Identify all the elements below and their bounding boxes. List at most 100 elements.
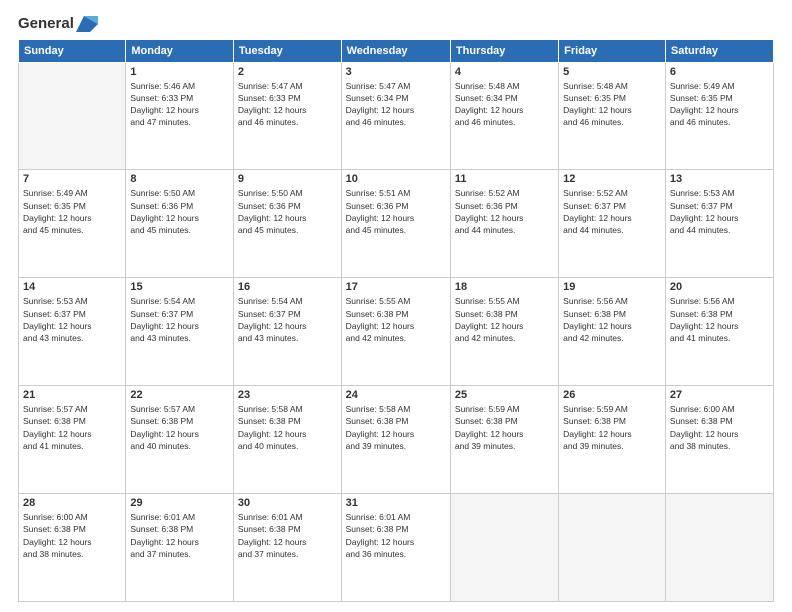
calendar-cell: 7Sunrise: 5:49 AM Sunset: 6:35 PM Daylig… bbox=[19, 170, 126, 278]
day-number: 18 bbox=[455, 281, 554, 293]
calendar-cell: 14Sunrise: 5:53 AM Sunset: 6:37 PM Dayli… bbox=[19, 278, 126, 386]
calendar-cell: 16 Sunrise: 5:54 AM Sunset: 6:37 PM Dayli… bbox=[233, 278, 341, 386]
day-info: Sunrise: 5:54 AM Sunset: 6:37 PM Dayligh… bbox=[238, 295, 337, 344]
calendar-header-tuesday: Tuesday bbox=[233, 39, 341, 62]
calendar-header-wednesday: Wednesday bbox=[341, 39, 450, 62]
day-number: 6 bbox=[670, 66, 769, 78]
header: General bbox=[18, 16, 774, 33]
day-info: Sunrise: 5:56 AM Sunset: 6:38 PM Dayligh… bbox=[563, 295, 661, 344]
day-info: Sunrise: 5:53 AM Sunset: 6:37 PM Dayligh… bbox=[670, 187, 769, 236]
day-info: Sunrise: 5:58 AM Sunset: 6:38 PM Dayligh… bbox=[346, 403, 446, 452]
day-number: 15 bbox=[130, 281, 229, 293]
day-info: Sunrise: 5:59 AM Sunset: 6:38 PM Dayligh… bbox=[455, 403, 554, 452]
calendar-cell bbox=[559, 494, 666, 602]
calendar-cell: 28Sunrise: 6:00 AM Sunset: 6:38 PM Dayli… bbox=[19, 494, 126, 602]
logo-general: General bbox=[18, 16, 74, 33]
calendar-cell: 5 Sunrise: 5:48 AM Sunset: 6:35 PM Daylig… bbox=[559, 62, 666, 170]
calendar-cell: 6 Sunrise: 5:49 AM Sunset: 6:35 PM Daylig… bbox=[665, 62, 773, 170]
day-number: 26 bbox=[563, 389, 661, 401]
calendar-cell: 8 Sunrise: 5:50 AM Sunset: 6:36 PM Daylig… bbox=[126, 170, 234, 278]
day-info: Sunrise: 5:57 AM Sunset: 6:38 PM Dayligh… bbox=[23, 403, 121, 452]
day-number: 11 bbox=[455, 173, 554, 185]
day-number: 4 bbox=[455, 66, 554, 78]
day-number: 1 bbox=[130, 66, 229, 78]
calendar-header-monday: Monday bbox=[126, 39, 234, 62]
calendar-cell: 23 Sunrise: 5:58 AM Sunset: 6:38 PM Dayli… bbox=[233, 386, 341, 494]
calendar-cell: 31 Sunrise: 6:01 AM Sunset: 6:38 PM Dayli… bbox=[341, 494, 450, 602]
day-info: Sunrise: 5:48 AM Sunset: 6:34 PM Dayligh… bbox=[455, 80, 554, 129]
calendar-cell: 9 Sunrise: 5:50 AM Sunset: 6:36 PM Daylig… bbox=[233, 170, 341, 278]
day-number: 22 bbox=[130, 389, 229, 401]
calendar-cell: 25 Sunrise: 5:59 AM Sunset: 6:38 PM Dayli… bbox=[450, 386, 558, 494]
calendar-cell: 20Sunrise: 5:56 AM Sunset: 6:38 PM Dayli… bbox=[665, 278, 773, 386]
day-number: 25 bbox=[455, 389, 554, 401]
calendar-cell bbox=[665, 494, 773, 602]
calendar-cell: 4 Sunrise: 5:48 AM Sunset: 6:34 PM Daylig… bbox=[450, 62, 558, 170]
day-number: 23 bbox=[238, 389, 337, 401]
calendar-header-saturday: Saturday bbox=[665, 39, 773, 62]
calendar-header-friday: Friday bbox=[559, 39, 666, 62]
calendar-cell: 19Sunrise: 5:56 AM Sunset: 6:38 PM Dayli… bbox=[559, 278, 666, 386]
day-info: Sunrise: 6:01 AM Sunset: 6:38 PM Dayligh… bbox=[238, 511, 337, 560]
day-info: Sunrise: 5:58 AM Sunset: 6:38 PM Dayligh… bbox=[238, 403, 337, 452]
calendar-cell: 27Sunrise: 6:00 AM Sunset: 6:38 PM Dayli… bbox=[665, 386, 773, 494]
calendar-table: SundayMondayTuesdayWednesdayThursdayFrid… bbox=[18, 39, 774, 603]
day-number: 29 bbox=[130, 497, 229, 509]
day-info: Sunrise: 5:55 AM Sunset: 6:38 PM Dayligh… bbox=[455, 295, 554, 344]
day-info: Sunrise: 5:53 AM Sunset: 6:37 PM Dayligh… bbox=[23, 295, 121, 344]
calendar-cell: 26 Sunrise: 5:59 AM Sunset: 6:38 PM Dayli… bbox=[559, 386, 666, 494]
day-info: Sunrise: 5:54 AM Sunset: 6:37 PM Dayligh… bbox=[130, 295, 229, 344]
day-number: 24 bbox=[346, 389, 446, 401]
calendar-week-row: 28Sunrise: 6:00 AM Sunset: 6:38 PM Dayli… bbox=[19, 494, 774, 602]
day-info: Sunrise: 5:49 AM Sunset: 6:35 PM Dayligh… bbox=[670, 80, 769, 129]
calendar-cell: 3 Sunrise: 5:47 AM Sunset: 6:34 PM Daylig… bbox=[341, 62, 450, 170]
day-info: Sunrise: 5:50 AM Sunset: 6:36 PM Dayligh… bbox=[238, 187, 337, 236]
calendar-cell: 17 Sunrise: 5:55 AM Sunset: 6:38 PM Dayli… bbox=[341, 278, 450, 386]
calendar-cell: 10 Sunrise: 5:51 AM Sunset: 6:36 PM Dayli… bbox=[341, 170, 450, 278]
page: General SundayMondayTuesdayWednesdayThur… bbox=[0, 0, 792, 612]
day-number: 16 bbox=[238, 281, 337, 293]
calendar-week-row: 1 Sunrise: 5:46 AM Sunset: 6:33 PM Daylig… bbox=[19, 62, 774, 170]
day-number: 17 bbox=[346, 281, 446, 293]
day-info: Sunrise: 5:47 AM Sunset: 6:33 PM Dayligh… bbox=[238, 80, 337, 129]
calendar-week-row: 21 Sunrise: 5:57 AM Sunset: 6:38 PM Dayli… bbox=[19, 386, 774, 494]
logo: General bbox=[18, 16, 98, 33]
day-info: Sunrise: 6:01 AM Sunset: 6:38 PM Dayligh… bbox=[130, 511, 229, 560]
day-number: 28 bbox=[23, 497, 121, 509]
calendar-cell: 1 Sunrise: 5:46 AM Sunset: 6:33 PM Daylig… bbox=[126, 62, 234, 170]
calendar-cell bbox=[450, 494, 558, 602]
calendar-cell: 21 Sunrise: 5:57 AM Sunset: 6:38 PM Dayli… bbox=[19, 386, 126, 494]
day-info: Sunrise: 5:49 AM Sunset: 6:35 PM Dayligh… bbox=[23, 187, 121, 236]
calendar-cell bbox=[19, 62, 126, 170]
day-info: Sunrise: 5:56 AM Sunset: 6:38 PM Dayligh… bbox=[670, 295, 769, 344]
calendar-cell: 11 Sunrise: 5:52 AM Sunset: 6:36 PM Dayli… bbox=[450, 170, 558, 278]
day-info: Sunrise: 5:51 AM Sunset: 6:36 PM Dayligh… bbox=[346, 187, 446, 236]
calendar-cell: 2Sunrise: 5:47 AM Sunset: 6:33 PM Daylig… bbox=[233, 62, 341, 170]
calendar-week-row: 7Sunrise: 5:49 AM Sunset: 6:35 PM Daylig… bbox=[19, 170, 774, 278]
day-number: 10 bbox=[346, 173, 446, 185]
day-info: Sunrise: 5:50 AM Sunset: 6:36 PM Dayligh… bbox=[130, 187, 229, 236]
calendar-cell: 15 Sunrise: 5:54 AM Sunset: 6:37 PM Dayli… bbox=[126, 278, 234, 386]
calendar-cell: 13Sunrise: 5:53 AM Sunset: 6:37 PM Dayli… bbox=[665, 170, 773, 278]
day-number: 9 bbox=[238, 173, 337, 185]
day-info: Sunrise: 5:55 AM Sunset: 6:38 PM Dayligh… bbox=[346, 295, 446, 344]
calendar-cell: 24 Sunrise: 5:58 AM Sunset: 6:38 PM Dayli… bbox=[341, 386, 450, 494]
day-info: Sunrise: 6:01 AM Sunset: 6:38 PM Dayligh… bbox=[346, 511, 446, 560]
day-info: Sunrise: 5:59 AM Sunset: 6:38 PM Dayligh… bbox=[563, 403, 661, 452]
day-number: 8 bbox=[130, 173, 229, 185]
logo-icon bbox=[76, 16, 98, 32]
day-number: 30 bbox=[238, 497, 337, 509]
day-number: 3 bbox=[346, 66, 446, 78]
day-number: 21 bbox=[23, 389, 121, 401]
day-info: Sunrise: 5:46 AM Sunset: 6:33 PM Dayligh… bbox=[130, 80, 229, 129]
day-number: 31 bbox=[346, 497, 446, 509]
day-number: 5 bbox=[563, 66, 661, 78]
calendar-cell: 22Sunrise: 5:57 AM Sunset: 6:38 PM Dayli… bbox=[126, 386, 234, 494]
day-info: Sunrise: 5:52 AM Sunset: 6:36 PM Dayligh… bbox=[455, 187, 554, 236]
day-number: 12 bbox=[563, 173, 661, 185]
day-info: Sunrise: 6:00 AM Sunset: 6:38 PM Dayligh… bbox=[670, 403, 769, 452]
day-info: Sunrise: 5:48 AM Sunset: 6:35 PM Dayligh… bbox=[563, 80, 661, 129]
calendar-header-row: SundayMondayTuesdayWednesdayThursdayFrid… bbox=[19, 39, 774, 62]
calendar-header-sunday: Sunday bbox=[19, 39, 126, 62]
day-info: Sunrise: 5:47 AM Sunset: 6:34 PM Dayligh… bbox=[346, 80, 446, 129]
